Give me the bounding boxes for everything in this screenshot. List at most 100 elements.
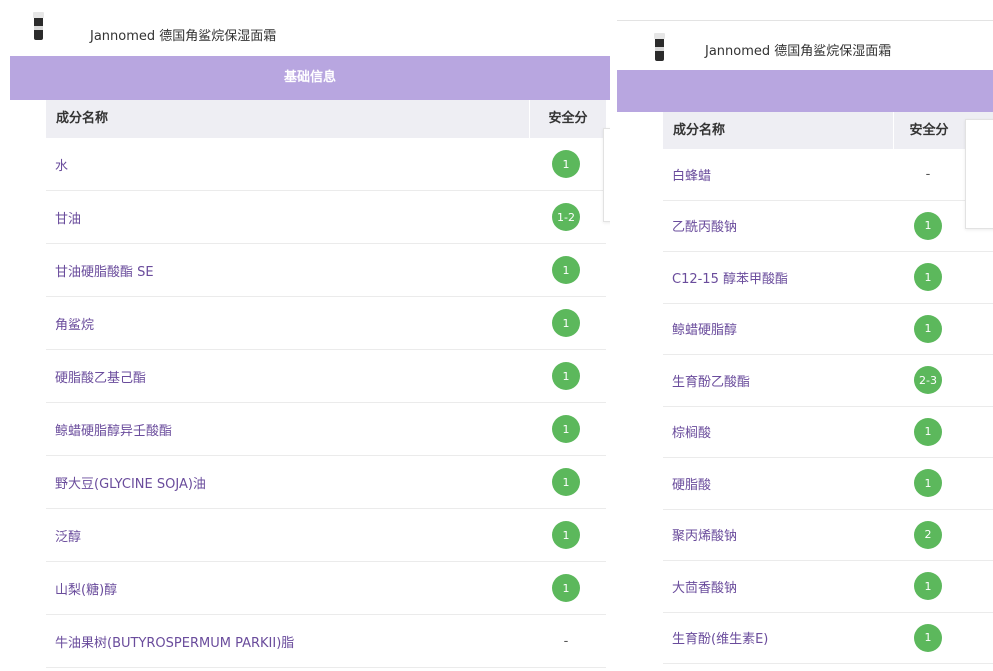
table-header: 成分名称 安全分 <box>46 100 606 138</box>
safety-score-cell: 1 <box>526 468 606 496</box>
safety-score-cell: 1 <box>526 256 606 284</box>
product-header: Jannomed 德国角鲨烷保湿面霜 <box>617 21 993 71</box>
table-header: 成分名称 安全分 <box>663 112 993 149</box>
table-row[interactable]: 硬脂酸 1 <box>663 458 993 510</box>
safety-score-badge: 1 <box>552 521 580 549</box>
bottle-cap <box>33 12 44 18</box>
safety-score-cell: 1 <box>893 572 963 601</box>
safety-score-cell: - <box>893 167 963 182</box>
ingredient-name-link[interactable]: 乙酰丙酸钠 <box>663 216 893 235</box>
bottle-label <box>655 47 664 51</box>
table-row[interactable]: 聚丙烯酸钠 2 <box>663 510 993 561</box>
ingredient-name-link[interactable]: 白蜂蜡 <box>663 165 893 184</box>
safety-score-cell: 1 <box>526 521 606 549</box>
safety-score-badge: 2 <box>914 520 942 549</box>
tooltip-popover <box>603 128 610 222</box>
safety-score-cell: 1 <box>893 469 963 498</box>
column-header-name: 成分名称 <box>673 123 726 138</box>
column-header-score: 安全分 <box>529 100 606 138</box>
table-row[interactable]: 生育酚(维生素E) 1 <box>663 613 993 664</box>
product-thumbnail-icon[interactable] <box>649 33 671 67</box>
table-row[interactable]: 甘油硬脂酸酯 SE 1 <box>46 244 606 297</box>
safety-score-badge: 1 <box>914 314 942 343</box>
safety-score-cell: 2-3 <box>893 366 963 395</box>
table-row[interactable]: 甘油 1-2 <box>46 191 606 244</box>
ingredient-name-link[interactable]: 鲸蜡硬脂醇 <box>663 319 893 338</box>
safety-score-cell: 1-2 <box>526 203 606 231</box>
safety-score-badge: 1-2 <box>552 203 580 231</box>
product-title[interactable]: Jannomed 德国角鲨烷保湿面霜 <box>705 40 891 59</box>
product-thumbnail-icon[interactable] <box>28 12 50 46</box>
ingredient-name-link[interactable]: C12-15 醇苯甲酸酯 <box>663 268 893 287</box>
right-panel: Jannomed 德国角鲨烷保湿面霜 成分名称 安全分 白蜂蜡 - 乙酰丙酸钠 1 C1… <box>617 20 993 671</box>
table-row[interactable]: 山梨(糖)醇 1 <box>46 562 606 615</box>
ingredient-name-link[interactable]: 甘油 <box>46 208 526 227</box>
ingredient-name-link[interactable]: 野大豆(GLYCINE SOJA)油 <box>46 473 526 492</box>
tooltip-popover <box>965 119 993 229</box>
ingredient-name-link[interactable]: 硬脂酸 <box>663 474 893 493</box>
safety-score-badge: 2-3 <box>914 366 942 395</box>
safety-score-cell: 1 <box>526 309 606 337</box>
ingredient-name-link[interactable]: 生育酚乙酸酯 <box>663 371 893 390</box>
safety-score-badge: 1 <box>914 572 942 601</box>
table-row[interactable]: 生育酚乙酸酯 2-3 <box>663 355 993 407</box>
safety-score-cell: 1 <box>893 211 963 240</box>
ingredient-name-link[interactable]: 硬脂酸乙基己酯 <box>46 367 526 386</box>
table-row[interactable]: 乙酰丙酸钠 1 <box>663 201 993 252</box>
product-title[interactable]: Jannomed 德国角鲨烷保湿面霜 <box>90 25 276 44</box>
column-header-score: 安全分 <box>893 112 964 149</box>
table-row[interactable]: 角鲨烷 1 <box>46 297 606 350</box>
table-row[interactable]: C12-15 醇苯甲酸酯 1 <box>663 252 993 304</box>
safety-score-cell: 1 <box>893 417 963 446</box>
table-row[interactable]: 棕榈酸 1 <box>663 407 993 458</box>
safety-score-cell: 1 <box>526 574 606 602</box>
ingredient-name-link[interactable]: 聚丙烯酸钠 <box>663 525 893 544</box>
product-header: Jannomed 德国角鲨烷保湿面霜 <box>0 0 610 56</box>
safety-score-badge: 1 <box>552 150 580 178</box>
table-row[interactable]: 水1 <box>46 138 606 191</box>
safety-score-badge: 1 <box>552 256 580 284</box>
table-row[interactable]: 硬脂酸乙基己酯 1 <box>46 350 606 403</box>
ingredient-name-link[interactable]: 牛油果树(BUTYROSPERMUM PARKII)脂 <box>46 632 526 651</box>
ingredient-name-link[interactable]: 水 <box>46 155 526 174</box>
table-row[interactable]: 鲸蜡硬脂醇 1 <box>663 304 993 355</box>
safety-score-badge: 1 <box>914 469 942 498</box>
safety-score-cell: 1 <box>893 623 963 652</box>
table-row[interactable]: 白蜂蜡 - <box>663 149 993 201</box>
column-header-name: 成分名称 <box>56 111 109 126</box>
section-bar <box>617 70 993 112</box>
safety-score-cell: 2 <box>893 520 963 549</box>
safety-score-empty: - <box>925 166 931 182</box>
table-row[interactable]: 鲸蜡硬脂醇异壬酸酯 1 <box>46 403 606 456</box>
safety-score-cell: - <box>526 634 606 649</box>
ingredient-name-link[interactable]: 甘油硬脂酸酯 SE <box>46 261 526 280</box>
ingredient-name-link[interactable]: 山梨(糖)醇 <box>46 579 526 598</box>
ingredient-name-link[interactable]: 棕榈酸 <box>663 422 893 441</box>
safety-score-badge: 1 <box>914 263 942 292</box>
bottle-cap <box>654 33 665 39</box>
ingredient-name-link[interactable]: 生育酚(维生素E) <box>663 628 893 647</box>
ingredient-table: 成分名称 安全分 白蜂蜡 - 乙酰丙酸钠 1 C12-15 醇苯甲酸酯 1 鲸蜡硬脂醇 1 生育… <box>663 112 993 664</box>
ingredient-name-link[interactable]: 角鲨烷 <box>46 314 526 333</box>
ingredient-name-link[interactable]: 鲸蜡硬脂醇异壬酸酯 <box>46 420 526 439</box>
safety-score-cell: 1 <box>526 150 606 178</box>
section-bar-basic-info: 基础信息 <box>10 56 610 100</box>
ingredient-name-link[interactable]: 大茴香酸钠 <box>663 577 893 596</box>
safety-score-empty: - <box>563 633 569 649</box>
safety-score-badge: 1 <box>552 574 580 602</box>
ingredient-name-link[interactable]: 泛醇 <box>46 526 526 545</box>
table-row[interactable]: 野大豆(GLYCINE SOJA)油 1 <box>46 456 606 509</box>
safety-score-badge: 1 <box>914 623 942 652</box>
left-panel: Jannomed 德国角鲨烷保湿面霜 基础信息 成分名称 安全分 水 1 甘油 1-2… <box>0 0 610 670</box>
safety-score-badge: 1 <box>552 309 580 337</box>
safety-score-badge: 1 <box>552 362 580 390</box>
safety-score-cell: 1 <box>526 362 606 390</box>
safety-score-cell: 1 <box>893 314 963 343</box>
table-body: 水 1 甘油 1-2 甘油硬脂酸酯 SE 1 角鲨烷 1 硬脂酸乙基己酯 1 鲸蜡硬脂醇异壬酸酯 1 野… <box>46 138 606 668</box>
bottle-label <box>34 26 43 30</box>
table-row[interactable]: 泛醇 1 <box>46 509 606 562</box>
ingredient-table: 成分名称 安全分 水 1 甘油 1-2 甘油硬脂酸酯 SE 1 角鲨烷 1 硬脂酸乙基己酯 1 鲸蜡… <box>46 100 606 668</box>
table-row[interactable]: 牛油果树(BUTYROSPERMUM PARKII)脂 - <box>46 615 606 668</box>
safety-score-badge: 1 <box>914 211 942 240</box>
table-row[interactable]: 大茴香酸钠 1 <box>663 561 993 613</box>
